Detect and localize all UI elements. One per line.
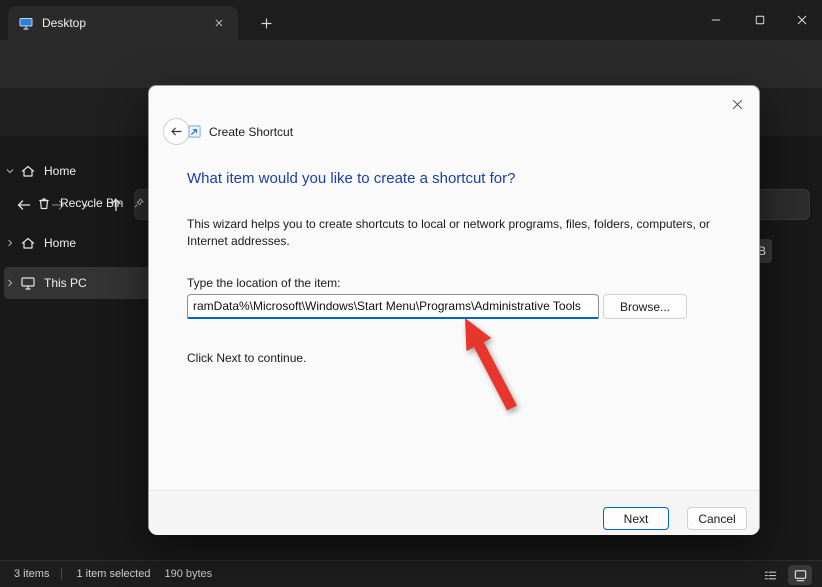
maximize-button[interactable] [738, 0, 782, 40]
next-button-label: Next [624, 512, 649, 526]
home-icon [20, 163, 44, 179]
sidebar-item-label: Home [44, 236, 76, 250]
items-count: 3 items [14, 568, 49, 580]
chevron-right-icon[interactable] [0, 238, 20, 248]
create-shortcut-dialog: Create Shortcut What item would you like… [148, 85, 760, 534]
selection-status: 1 item selected [76, 568, 150, 580]
status-bar: 3 items 1 item selected 190 bytes [0, 560, 822, 587]
thumbnail-view-toggle[interactable] [788, 565, 812, 585]
dialog-title: Create Shortcut [209, 125, 293, 139]
selection-size: 190 bytes [164, 568, 212, 580]
tab-close-icon[interactable] [210, 14, 228, 32]
location-label: Type the location of the item: [187, 276, 340, 290]
explorer-window: Desktop New [0, 0, 822, 587]
next-button[interactable]: Next [603, 507, 669, 530]
desktop-icon [18, 15, 34, 31]
dialog-back-button[interactable] [163, 118, 190, 145]
browse-button-label: Browse... [620, 300, 670, 314]
details-view-icon [763, 568, 778, 583]
sidebar-item-home-2[interactable]: Home [0, 227, 150, 259]
status-divider [61, 568, 62, 580]
shortcut-icon [187, 124, 202, 139]
tab-desktop[interactable]: Desktop [8, 6, 238, 40]
chevron-right-icon[interactable] [0, 278, 20, 288]
new-tab-button[interactable] [252, 9, 280, 37]
cancel-button-label: Cancel [698, 512, 735, 526]
chevron-down-icon[interactable] [0, 166, 20, 176]
command-toolbar: New Sort View [0, 40, 822, 88]
sidebar-item-label: Recycle Bin [60, 196, 123, 210]
location-input[interactable] [187, 294, 599, 319]
monitor-icon [20, 275, 44, 291]
sidebar-item-this-pc[interactable]: This PC [0, 267, 150, 299]
sidebar-item-home[interactable]: Home [0, 155, 150, 187]
home-icon [20, 235, 44, 251]
dialog-close-icon[interactable] [727, 94, 747, 114]
dialog-hint: Click Next to continue. [187, 351, 306, 365]
pin-icon [133, 197, 145, 209]
dialog-description: This wizard helps you to create shortcut… [187, 216, 743, 250]
titlebar: Desktop [0, 0, 822, 40]
sidebar-item-label: Home [44, 164, 76, 178]
sidebar-item-label: This PC [44, 276, 87, 290]
dialog-heading: What item would you like to create a sho… [187, 170, 515, 187]
browse-button[interactable]: Browse... [603, 294, 687, 319]
recycle-bin-icon [36, 195, 60, 211]
thumbnail-view-icon [793, 568, 808, 583]
cancel-button[interactable]: Cancel [687, 507, 747, 530]
close-button[interactable] [782, 0, 822, 40]
minimize-button[interactable] [694, 0, 738, 40]
details-view-toggle[interactable] [758, 565, 782, 585]
tab-title: Desktop [42, 16, 86, 30]
back-arrow-icon [170, 125, 183, 138]
